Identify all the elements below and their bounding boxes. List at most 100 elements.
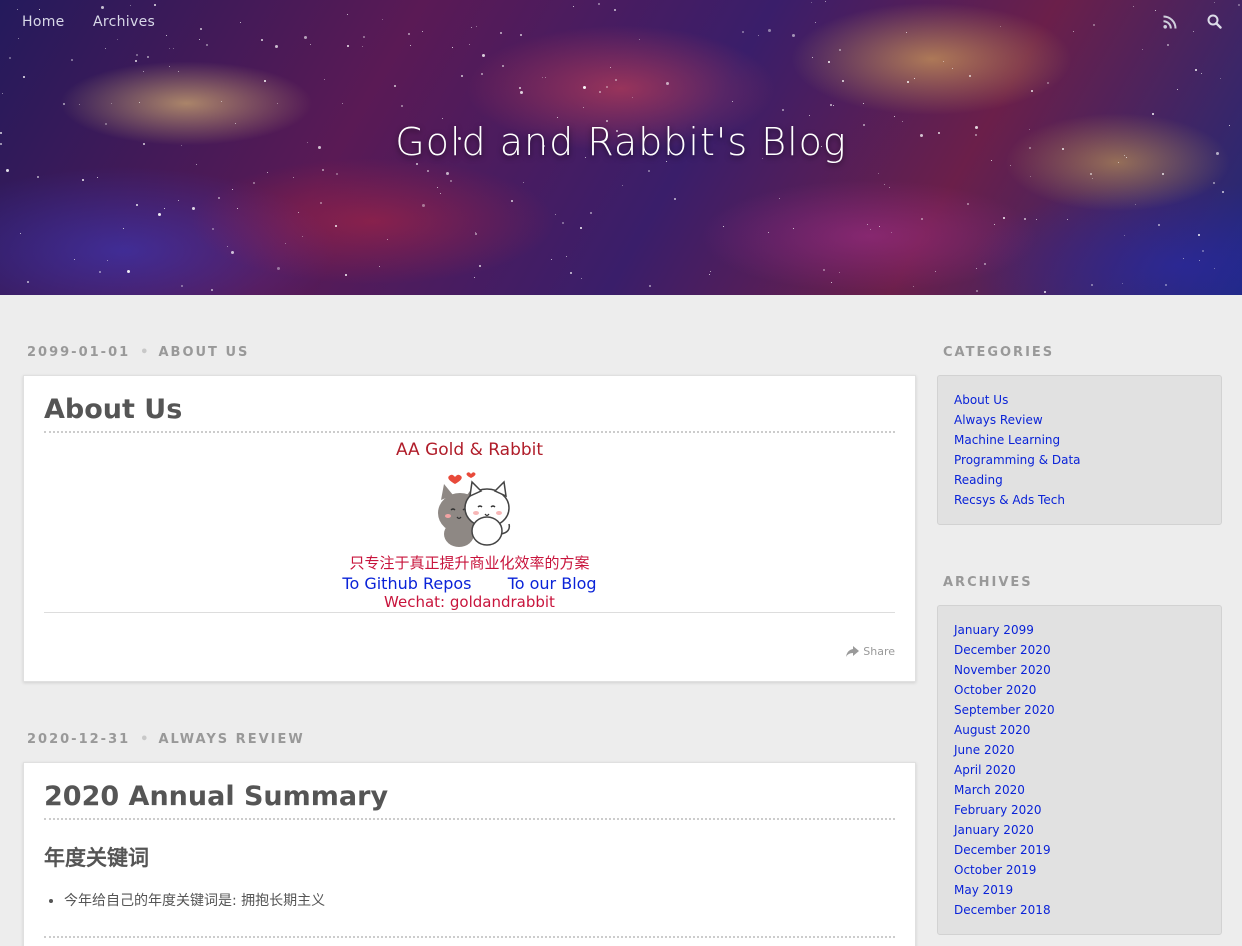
star bbox=[17, 8, 19, 10]
star bbox=[839, 49, 842, 52]
star bbox=[217, 197, 220, 200]
star bbox=[198, 39, 200, 41]
nav-home-link[interactable]: Home bbox=[22, 14, 65, 30]
star bbox=[6, 169, 10, 173]
star bbox=[1123, 234, 1125, 236]
star bbox=[1219, 77, 1221, 79]
category-link[interactable]: Recsys & Ads Tech bbox=[954, 490, 1205, 510]
archive-link[interactable]: October 2019 bbox=[954, 860, 1205, 880]
star bbox=[863, 102, 865, 104]
star bbox=[18, 38, 20, 40]
archive-link[interactable]: May 2019 bbox=[954, 880, 1205, 900]
star bbox=[426, 169, 429, 172]
star bbox=[409, 45, 411, 46]
star bbox=[792, 33, 796, 37]
archive-link[interactable]: January 2020 bbox=[954, 820, 1205, 840]
star bbox=[478, 265, 481, 268]
star bbox=[177, 199, 179, 201]
star bbox=[1152, 112, 1155, 115]
share-button[interactable]: Share bbox=[846, 645, 895, 658]
nav-archives-link[interactable]: Archives bbox=[93, 14, 155, 30]
star bbox=[147, 55, 150, 58]
archive-link[interactable]: December 2019 bbox=[954, 840, 1205, 860]
category-link[interactable]: About Us bbox=[954, 390, 1205, 410]
archive-link[interactable]: October 2020 bbox=[954, 680, 1205, 700]
star bbox=[169, 48, 171, 50]
star bbox=[1221, 190, 1224, 193]
star bbox=[565, 255, 567, 257]
star bbox=[297, 211, 299, 213]
category-link[interactable]: Reading bbox=[954, 470, 1205, 490]
star bbox=[320, 202, 323, 205]
tagline: 只专注于真正提升商业化效率的方案 bbox=[349, 554, 590, 572]
star bbox=[1030, 176, 1032, 178]
star bbox=[126, 269, 130, 273]
rss-icon[interactable] bbox=[1163, 14, 1179, 30]
category-link[interactable]: Machine Learning bbox=[954, 430, 1205, 450]
star bbox=[134, 60, 137, 63]
bullet-list: 今年给自己的年度关键词是: 拥抱长期主义 bbox=[64, 890, 895, 910]
star bbox=[889, 187, 891, 189]
star bbox=[276, 267, 280, 271]
star bbox=[583, 107, 585, 109]
star bbox=[562, 221, 565, 224]
star bbox=[967, 203, 970, 206]
star bbox=[976, 290, 979, 293]
star bbox=[555, 213, 557, 215]
star bbox=[321, 168, 324, 171]
post-date[interactable]: 2020-12-31 bbox=[27, 732, 130, 747]
star bbox=[523, 182, 525, 184]
star bbox=[1092, 24, 1095, 27]
star bbox=[452, 47, 454, 49]
blog-link[interactable]: To our Blog bbox=[508, 574, 597, 593]
star bbox=[1166, 44, 1169, 47]
star bbox=[446, 171, 450, 175]
archive-link[interactable]: December 2018 bbox=[954, 900, 1205, 920]
archive-link[interactable]: December 2020 bbox=[954, 640, 1205, 660]
archive-link[interactable]: February 2020 bbox=[954, 800, 1205, 820]
post-category[interactable]: ALWAYS REVIEW bbox=[158, 732, 304, 747]
archive-link[interactable]: March 2020 bbox=[954, 780, 1205, 800]
star bbox=[1010, 164, 1012, 166]
brand-line: AA Gold & Rabbit bbox=[395, 440, 544, 460]
post-title[interactable]: About Us bbox=[44, 394, 895, 433]
star bbox=[346, 13, 348, 15]
archive-link[interactable]: September 2020 bbox=[954, 700, 1205, 720]
star bbox=[227, 246, 229, 248]
search-icon[interactable] bbox=[1207, 14, 1223, 30]
star bbox=[1024, 217, 1027, 220]
star bbox=[475, 232, 478, 235]
star bbox=[621, 185, 623, 187]
star bbox=[138, 101, 140, 103]
star bbox=[275, 44, 279, 48]
post-category[interactable]: ABOUT US bbox=[158, 345, 249, 360]
star bbox=[942, 61, 944, 63]
divider bbox=[44, 936, 895, 938]
star bbox=[1238, 4, 1241, 7]
archive-link[interactable]: August 2020 bbox=[954, 720, 1205, 740]
share-label: Share bbox=[863, 645, 895, 658]
archive-link[interactable]: June 2020 bbox=[954, 740, 1205, 760]
star bbox=[541, 76, 543, 78]
archive-link[interactable]: April 2020 bbox=[954, 760, 1205, 780]
star bbox=[709, 271, 711, 273]
star bbox=[347, 44, 350, 47]
github-repos-link[interactable]: To Github Repos bbox=[342, 574, 471, 593]
archive-link[interactable]: January 2099 bbox=[954, 620, 1205, 640]
post-title[interactable]: 2020 Annual Summary bbox=[44, 781, 895, 820]
star bbox=[172, 47, 174, 49]
star bbox=[437, 186, 439, 188]
site-title[interactable]: Gold and Rabbit's Blog bbox=[0, 120, 1242, 164]
star bbox=[36, 175, 39, 178]
category-link[interactable]: Programming & Data bbox=[954, 450, 1205, 470]
link-row: To Github Repos To our Blog bbox=[24, 574, 915, 593]
star bbox=[168, 65, 170, 67]
post-date[interactable]: 2099-01-01 bbox=[27, 345, 130, 360]
category-link[interactable]: Always Review bbox=[954, 410, 1205, 430]
star bbox=[1214, 268, 1216, 270]
star bbox=[1202, 250, 1205, 253]
star bbox=[191, 207, 195, 211]
archive-link[interactable]: November 2020 bbox=[954, 660, 1205, 680]
star bbox=[237, 208, 239, 210]
star bbox=[830, 104, 833, 107]
